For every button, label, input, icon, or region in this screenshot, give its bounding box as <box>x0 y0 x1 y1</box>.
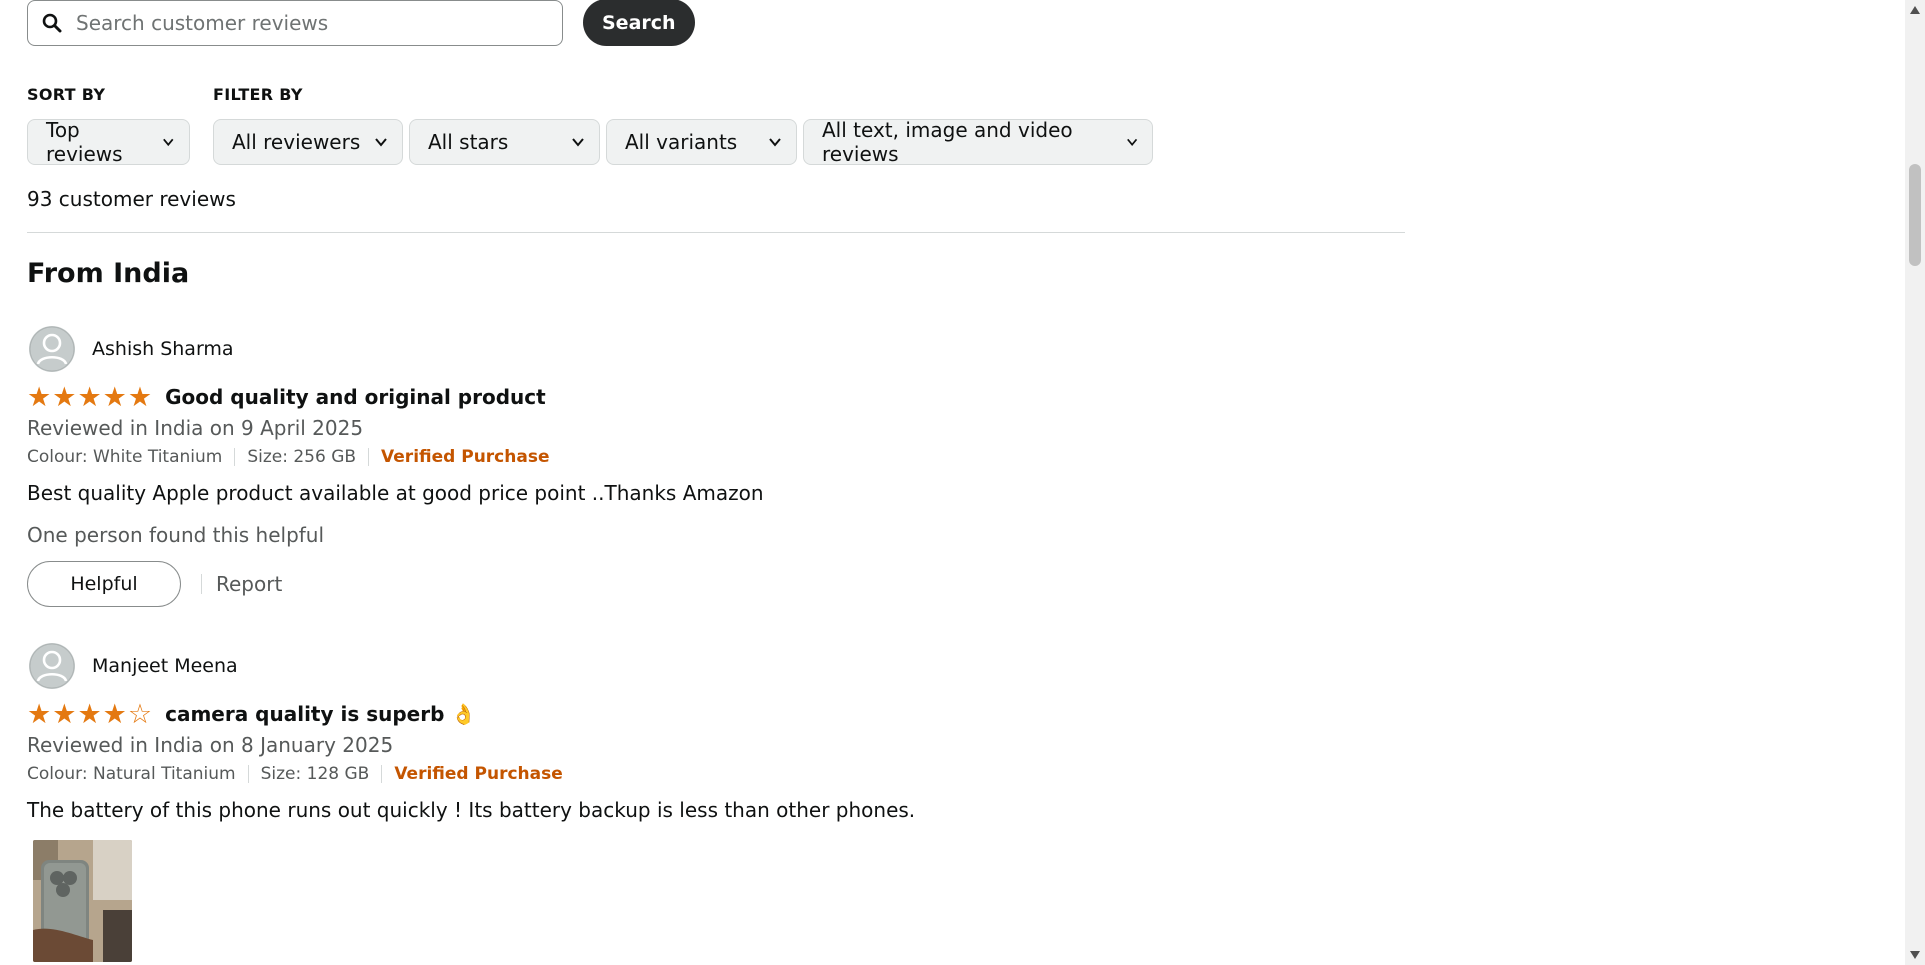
review-title-row: ★ ★ ★ ★ ★ Good quality and original prod… <box>27 384 1405 411</box>
review-date: Reviewed in India on 8 January 2025 <box>27 733 394 757</box>
verified-purchase-badge: Verified Purchase <box>381 447 550 467</box>
helpful-button[interactable]: Helpful <box>27 561 181 607</box>
star-rating[interactable]: ★ ★ ★ ★ ★ <box>27 384 153 411</box>
report-link[interactable]: Report <box>216 572 282 596</box>
reviewers-filter-dropdown[interactable]: All reviewers <box>213 119 403 165</box>
review-actions: Helpful Report <box>27 561 1405 607</box>
review-item: Manjeet Meena ★ ★ ★ ★ ☆ camera quality i… <box>27 642 1405 962</box>
reviewers-filter-selected: All reviewers <box>232 130 361 154</box>
chevron-down-icon <box>163 138 174 147</box>
scroll-down-arrow-icon[interactable] <box>1910 951 1920 959</box>
sort-by-label: SORT BY <box>27 85 106 104</box>
star-icon: ★ <box>102 381 127 413</box>
review-meta: Colour: Natural Titanium Size: 128 GB Ve… <box>27 764 1405 784</box>
review-title-row: ★ ★ ★ ★ ☆ camera quality is superb 👌 <box>27 701 1405 728</box>
star-icon: ★ <box>27 698 52 730</box>
star-icon: ★ <box>77 381 102 413</box>
separator <box>247 765 249 783</box>
chevron-down-icon <box>1126 138 1137 146</box>
sort-dropdown[interactable]: Top reviews <box>27 118 190 166</box>
star-icon: ★ <box>27 381 52 413</box>
review-meta: Colour: White Titanium Size: 256 GB Veri… <box>27 447 1405 467</box>
variant-size[interactable]: Size: 256 GB <box>247 447 356 467</box>
search-button[interactable]: Search <box>583 0 695 46</box>
search-icon <box>42 13 62 32</box>
review-body: Best quality Apple product available at … <box>27 481 764 505</box>
avatar <box>29 643 75 689</box>
variant-colour[interactable]: Colour: White Titanium <box>27 447 222 467</box>
media-filter-selected: All text, image and video reviews <box>822 118 1073 166</box>
media-filter-dropdown[interactable]: All text, image and video reviews <box>803 118 1153 166</box>
reviewer-profile[interactable]: Ashish Sharma <box>27 325 1405 373</box>
scroll-up-arrow-icon[interactable] <box>1910 6 1920 14</box>
star-rating[interactable]: ★ ★ ★ ★ ☆ <box>27 701 153 728</box>
stars-filter-dropdown[interactable]: All stars <box>409 119 600 165</box>
star-icon: ★ <box>52 698 77 730</box>
star-icon: ★ <box>77 698 102 730</box>
section-title: From India <box>27 258 190 289</box>
search-input[interactable] <box>74 9 538 36</box>
variants-filter-dropdown[interactable]: All variants <box>606 119 797 165</box>
phone-photo-image <box>33 840 132 962</box>
user-silhouette-icon <box>29 643 75 689</box>
sort-filter-bar: Top reviews All reviewers All stars All … <box>27 118 1159 166</box>
star-icon: ★ <box>127 381 153 413</box>
review-item: Ashish Sharma ★ ★ ★ ★ ★ Good quality and… <box>27 325 1405 607</box>
reviewer-name[interactable]: Manjeet Meena <box>92 655 238 677</box>
variants-filter-selected: All variants <box>625 130 738 154</box>
separator <box>201 574 202 594</box>
search-row: Search <box>27 0 695 46</box>
chevron-down-icon <box>769 138 781 147</box>
chevron-down-icon <box>375 138 387 147</box>
stars-filter-selected: All stars <box>428 130 509 154</box>
reviewer-profile[interactable]: Manjeet Meena <box>27 642 1405 690</box>
search-box[interactable] <box>27 0 563 46</box>
reviewer-name[interactable]: Ashish Sharma <box>92 338 234 360</box>
review-image-thumbnail[interactable] <box>33 840 132 962</box>
separator <box>234 448 236 466</box>
helpful-count: One person found this helpful <box>27 523 325 547</box>
verified-purchase-badge: Verified Purchase <box>394 764 563 784</box>
chevron-down-icon <box>572 138 584 147</box>
empty-star-icon: ☆ <box>127 698 153 730</box>
separator <box>368 448 370 466</box>
vertical-scrollbar[interactable] <box>1905 0 1925 965</box>
review-date: Reviewed in India on 9 April 2025 <box>27 416 364 440</box>
scrollbar-thumb[interactable] <box>1909 164 1921 266</box>
divider <box>27 232 1405 233</box>
variant-colour[interactable]: Colour: Natural Titanium <box>27 764 236 784</box>
avatar <box>29 326 75 372</box>
user-silhouette-icon <box>29 326 75 372</box>
review-title[interactable]: Good quality and original product <box>165 385 546 409</box>
star-icon: ★ <box>52 381 77 413</box>
star-icon: ★ <box>102 698 127 730</box>
sort-selected: Top reviews <box>46 118 123 166</box>
review-title[interactable]: camera quality is superb 👌 <box>165 702 476 726</box>
review-body: The battery of this phone runs out quick… <box>27 798 916 822</box>
review-count: 93 customer reviews <box>27 187 236 211</box>
filter-by-label: FILTER BY <box>213 85 303 104</box>
variant-size[interactable]: Size: 128 GB <box>261 764 370 784</box>
separator <box>381 765 383 783</box>
